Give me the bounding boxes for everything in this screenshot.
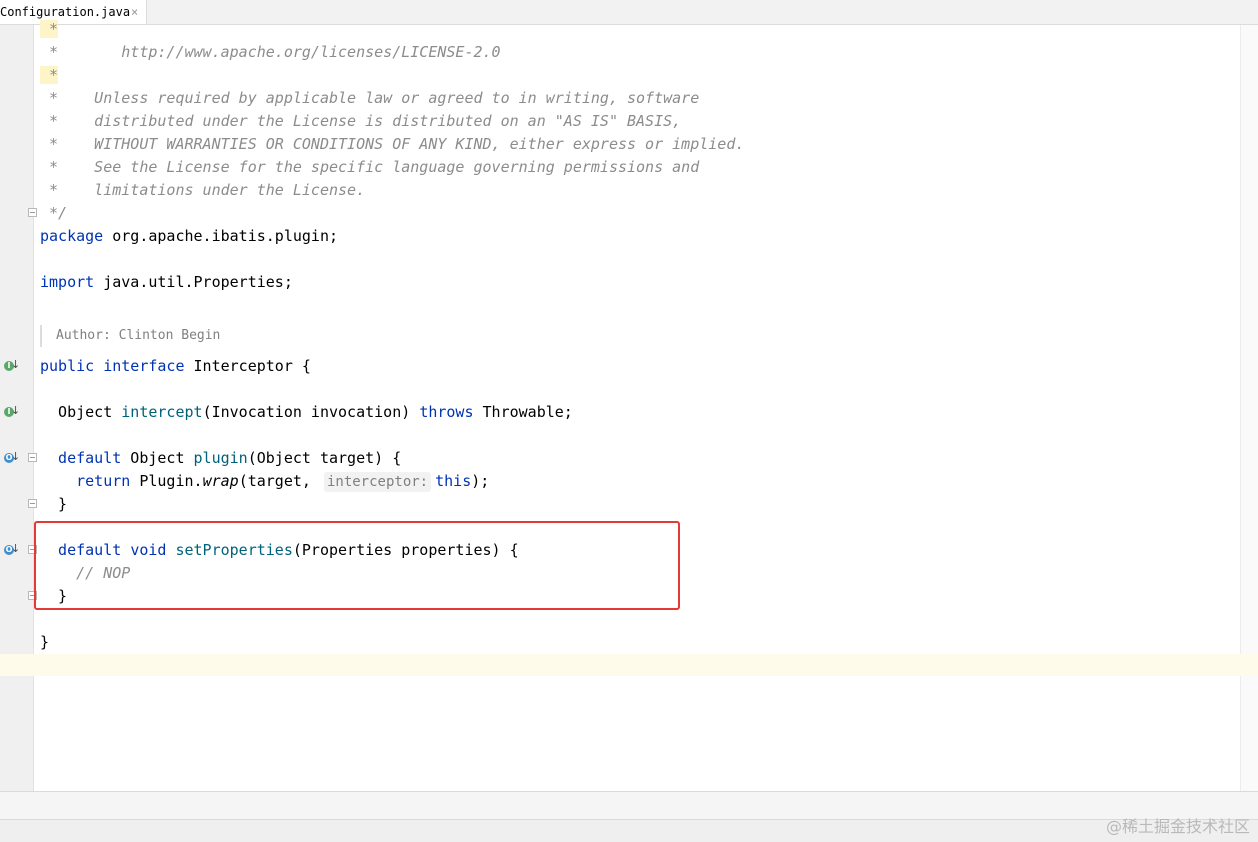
call-args: (target,: [238, 472, 311, 490]
tab-label: Configuration.java: [0, 5, 131, 19]
method-intercept: intercept: [121, 403, 203, 421]
code-line[interactable]: * See the License for the specific langu…: [40, 156, 699, 179]
code-line-interface[interactable]: public interface Interceptor {: [40, 355, 311, 378]
comment-text: * distributed under the License is distr…: [40, 112, 682, 130]
method-plugin: plugin: [193, 449, 248, 467]
parameter-hint: interceptor:: [323, 472, 432, 492]
horizontal-scroll-area[interactable]: [0, 791, 1258, 820]
keyword-public: public: [40, 357, 95, 375]
editor-tab-bar: Configuration.java ×: [0, 0, 1258, 25]
arrow-down-icon: ↓: [11, 404, 21, 417]
code-line-intercept[interactable]: Object intercept(Invocation invocation) …: [40, 401, 573, 424]
code-line[interactable]: * Unless required by applicable law or a…: [40, 87, 699, 110]
code-line[interactable]: */: [40, 202, 67, 225]
tab-configuration-java[interactable]: Configuration.java ×: [0, 0, 147, 24]
arrow-down-icon: ↓: [11, 358, 21, 371]
comment-text: */: [40, 204, 68, 222]
status-bar: [0, 819, 1258, 842]
code-line-plugin[interactable]: default Object plugin(Object target) {: [40, 447, 401, 470]
fold-marker-icon[interactable]: [28, 499, 37, 508]
brace-close: }: [40, 633, 50, 651]
fold-marker-icon[interactable]: [28, 208, 37, 217]
comment-text: * See the License for the specific langu…: [40, 158, 700, 176]
fold-marker-icon[interactable]: [28, 453, 37, 462]
arrow-down-icon: ↓: [11, 450, 21, 463]
code-line-import[interactable]: import java.util.Properties;: [40, 271, 293, 294]
code-line[interactable]: * WITHOUT WARRANTIES OR CONDITIONS OF AN…: [40, 133, 744, 156]
method-params: (Object target): [247, 449, 393, 467]
current-line-highlight: [0, 654, 1258, 676]
return-type: Object: [40, 403, 122, 421]
brace-close: }: [40, 495, 68, 513]
code-line-interface-close[interactable]: }: [40, 631, 49, 654]
keyword-throws: throws: [419, 403, 474, 421]
comment-text: * WITHOUT WARRANTIES OR CONDITIONS OF AN…: [40, 135, 745, 153]
code-line[interactable]: *: [40, 64, 59, 87]
code-line[interactable]: * http://www.apache.org/licenses/LICENSE…: [40, 41, 501, 64]
keyword-import: import: [40, 273, 95, 291]
vertical-scrollbar[interactable]: [1240, 25, 1258, 791]
call-end: );: [471, 472, 490, 490]
method-wrap: wrap: [202, 472, 239, 490]
author-name: Clinton Begin: [110, 328, 221, 343]
keyword-this: this: [435, 472, 472, 490]
code-line[interactable]: * distributed under the License is distr…: [40, 110, 681, 133]
keyword-interface: interface: [103, 357, 185, 375]
exception-type: Throwable;: [473, 403, 573, 421]
comment-text: *: [40, 66, 59, 84]
comment-text: * limitations under the License.: [40, 181, 366, 199]
author-inlay: Author: Clinton Begin: [40, 325, 220, 347]
method-params: (Invocation invocation): [202, 403, 420, 421]
code-line-return[interactable]: return Plugin.wrap(target, interceptor: t…: [40, 470, 489, 493]
code-line[interactable]: * limitations under the License.: [40, 179, 365, 202]
keyword-return: return: [40, 472, 131, 490]
import-name: java.util.Properties;: [94, 273, 293, 291]
highlight-box: [34, 521, 680, 610]
brace-open: {: [392, 449, 402, 467]
interface-name: Interceptor: [184, 357, 302, 375]
brace-open: {: [301, 357, 311, 375]
return-type: Object: [121, 449, 194, 467]
keyword-package: package: [40, 227, 104, 245]
comment-text: * http://www.apache.org/licenses/LICENSE…: [40, 43, 501, 61]
author-label: Author:: [56, 328, 111, 343]
code-line[interactable]: *: [40, 18, 59, 41]
comment-text: *: [40, 20, 59, 38]
close-icon[interactable]: ×: [131, 0, 138, 24]
comment-text: * Unless required by applicable law or a…: [40, 89, 700, 107]
package-name: org.apache.ibatis.plugin;: [103, 227, 339, 245]
arrow-down-icon: ↓: [11, 542, 21, 555]
code-line-close[interactable]: }: [40, 493, 67, 516]
plugin-call: Plugin.: [130, 472, 203, 490]
code-line-package[interactable]: package org.apache.ibatis.plugin;: [40, 225, 338, 248]
keyword-default: default: [40, 449, 122, 467]
watermark: @稀土掘金技术社区: [1105, 817, 1250, 836]
